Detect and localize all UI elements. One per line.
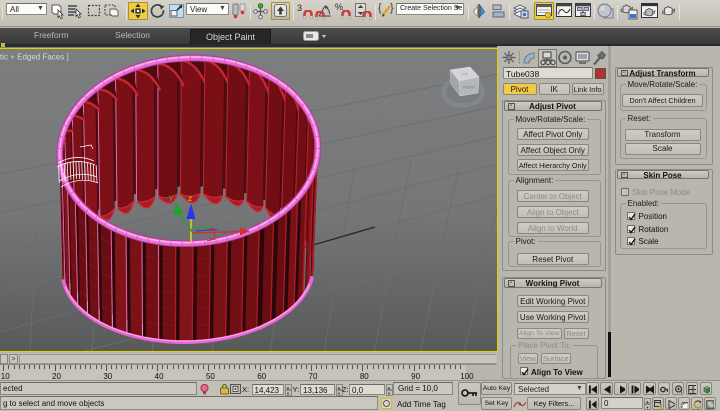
svg-text:FRONT: FRONT [463, 86, 476, 90]
svg-text:tic + Edged Faces ]: tic + Edged Faces ] [0, 53, 69, 62]
svg-text:z: z [188, 193, 192, 203]
